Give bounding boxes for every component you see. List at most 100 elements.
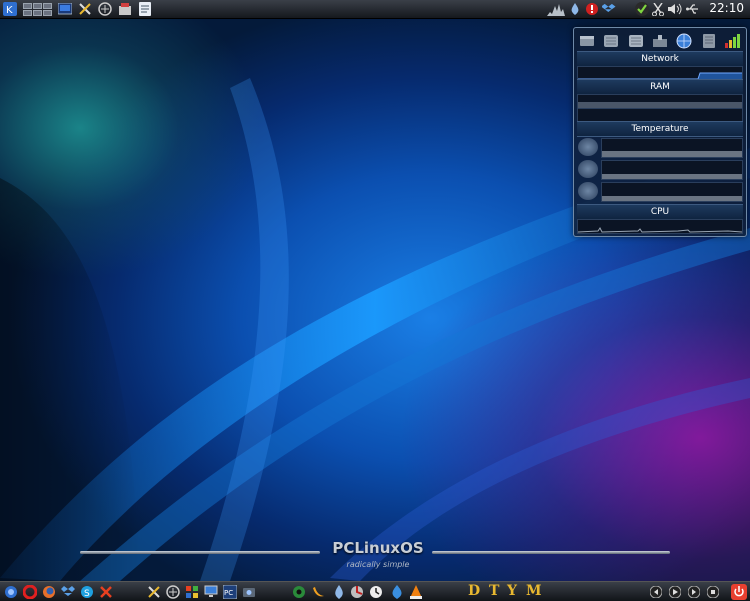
settings-launcher[interactable] — [146, 584, 162, 599]
swap-graph — [577, 108, 743, 122]
pager-desktop-5[interactable] — [32, 9, 42, 16]
monitor-tab-signal[interactable] — [724, 33, 742, 49]
temperature-graph-3 — [601, 182, 743, 202]
svg-text:PC: PC — [224, 589, 233, 597]
dock-letter-y[interactable]: Y — [507, 583, 517, 599]
screenshot-icon — [243, 588, 255, 597]
opera-launcher[interactable] — [22, 584, 38, 599]
monitor-launcher[interactable] — [203, 584, 219, 599]
branding-tagline: radically simple — [346, 560, 410, 569]
terminal-launcher[interactable] — [57, 1, 73, 17]
tray-drop[interactable] — [568, 1, 582, 17]
dropbox-launcher[interactable] — [60, 584, 76, 599]
windows-icon — [186, 585, 198, 598]
network-manager-icon — [98, 2, 112, 16]
panel-clock[interactable]: 22:10 — [709, 1, 744, 15]
check-icon — [635, 2, 649, 16]
skype-launcher[interactable]: S — [79, 584, 95, 599]
temperature-section-title: Temperature — [577, 121, 743, 137]
network-launcher[interactable] — [3, 584, 19, 599]
power-button[interactable] — [730, 583, 748, 600]
signal-icon — [724, 34, 740, 48]
vlc-launcher[interactable] — [408, 584, 424, 599]
disk2-icon — [628, 35, 643, 47]
power-icon — [731, 583, 747, 600]
monitor-tab-memory[interactable] — [700, 33, 718, 49]
monitor-tab-sensors[interactable] — [651, 33, 669, 49]
monitor-tab-disk[interactable] — [602, 33, 620, 49]
pclinuxos-icon: PC — [223, 584, 237, 599]
media-next-button[interactable] — [686, 584, 702, 599]
temperature-graph-2 — [601, 160, 743, 180]
dock-letter-d[interactable]: D — [468, 583, 480, 599]
monitor-tab-drive[interactable] — [578, 33, 596, 49]
windows-launcher[interactable] — [184, 584, 200, 599]
drop-icon — [335, 584, 343, 599]
kde-menu-button[interactable]: K — [2, 1, 18, 17]
monitor-tab-network[interactable] — [675, 33, 693, 49]
ram-section-title: RAM — [577, 79, 743, 95]
sensors-icon — [652, 35, 667, 47]
svg-text:K: K — [6, 5, 13, 16]
firefox-launcher[interactable] — [41, 584, 57, 599]
screenshot-launcher[interactable] — [241, 584, 257, 599]
monitor-tab-disk2[interactable] — [627, 33, 645, 49]
package-launcher[interactable] — [117, 1, 133, 17]
system-load-indicator[interactable] — [546, 1, 566, 17]
tray-usb[interactable] — [685, 1, 699, 17]
opera-icon — [23, 584, 37, 599]
pclinuxos-branding: PCLinuxOS radically simple — [80, 539, 670, 581]
speaker-launcher[interactable] — [291, 584, 307, 599]
disk-icon — [604, 35, 619, 47]
dock-letter-t[interactable]: T — [489, 583, 499, 599]
pager-desktop-2[interactable] — [32, 2, 42, 9]
pclinuxos-control-center-launcher[interactable]: PC — [222, 584, 238, 599]
branding-title: PCLinuxOS — [332, 539, 424, 557]
dropbox-icon — [602, 3, 616, 13]
tools-launcher-bottom[interactable] — [98, 584, 114, 599]
droplet-launcher[interactable] — [389, 584, 405, 599]
tools-launcher[interactable] — [77, 1, 93, 17]
tray-alert[interactable] — [585, 1, 599, 17]
notes-icon — [139, 2, 151, 16]
banana-launcher[interactable] — [310, 584, 326, 599]
media-previous-button[interactable] — [648, 584, 664, 599]
temperature-graph-2-line — [602, 174, 742, 179]
drive-icon — [580, 36, 594, 46]
monitor-icon — [204, 585, 218, 597]
branding-line-left — [80, 551, 320, 554]
stop-icon — [707, 585, 719, 598]
drop-launcher[interactable] — [331, 584, 347, 599]
network-section-title: Network — [577, 51, 743, 67]
settings-icon — [148, 585, 160, 598]
terminal-icon — [58, 3, 72, 15]
speaker-icon — [293, 585, 305, 598]
clock-launcher[interactable] — [368, 584, 384, 599]
media-play-button[interactable] — [667, 584, 683, 599]
dock-letter-m[interactable]: M — [526, 583, 542, 599]
tray-check[interactable] — [634, 1, 650, 17]
top-panel: K 22:10 — [0, 0, 750, 19]
pager-desktop-4[interactable] — [22, 9, 32, 16]
pager-desktop-3[interactable] — [42, 2, 52, 9]
tray-scissors[interactable] — [651, 1, 665, 17]
tools-icon — [79, 3, 91, 15]
system-monitor-widget[interactable]: Network RAM Temperature CPU — [573, 27, 747, 237]
disk-utility-launcher[interactable] — [349, 584, 365, 599]
tray-volume[interactable] — [667, 1, 683, 17]
media-stop-button[interactable] — [705, 584, 721, 599]
temperature-gauge-2 — [578, 160, 598, 178]
temperature-gauge-1 — [578, 138, 598, 156]
pager-desktop-1[interactable] — [22, 2, 32, 9]
system-load-icon — [547, 4, 565, 16]
network-manager-launcher-bottom[interactable] — [165, 584, 181, 599]
network-manager-launcher[interactable] — [97, 1, 113, 17]
cpu-graph — [577, 219, 743, 234]
firefox-icon — [43, 585, 55, 598]
desktop-pager[interactable] — [20, 1, 54, 17]
tray-dropbox[interactable] — [602, 1, 616, 17]
network-manager-icon — [166, 584, 180, 599]
pager-desktop-6[interactable] — [42, 9, 52, 16]
notes-launcher[interactable] — [137, 1, 153, 17]
bottom-panel: S PC D T Y M — [0, 581, 750, 601]
